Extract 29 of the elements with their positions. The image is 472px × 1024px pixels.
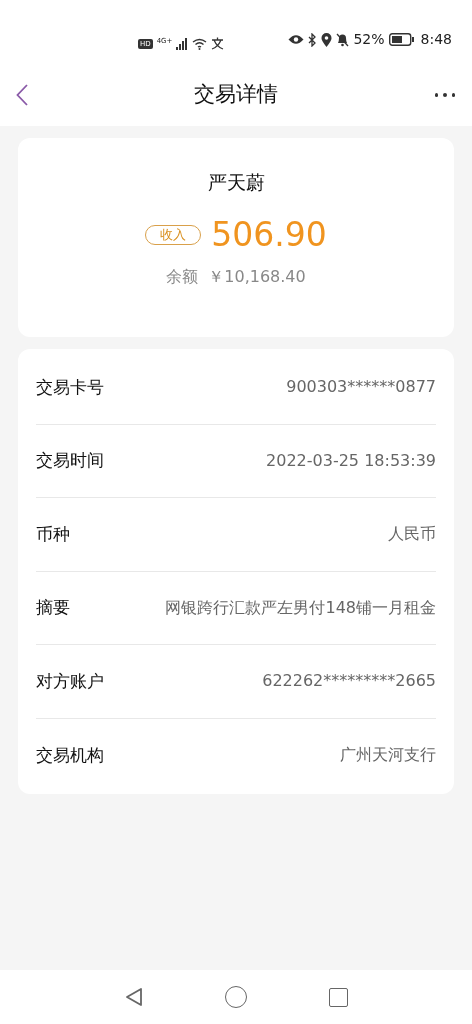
translate-icon (211, 37, 225, 50)
bell-off-icon (336, 32, 350, 47)
battery-percent: 52% (353, 30, 385, 49)
detail-label: 币种 (36, 522, 70, 546)
page-title: 交易详情 (194, 81, 278, 109)
detail-label: 交易时间 (36, 449, 104, 472)
payer-name: 严天蔚 (207, 170, 265, 195)
balance-value: ￥10,168.40 (208, 265, 306, 288)
detail-value: 人民币 (388, 523, 436, 546)
balance-label: 余额 (166, 265, 199, 288)
bluetooth-icon (308, 32, 318, 47)
detail-value: 广州天河支行 (340, 744, 436, 767)
detail-label: 交易卡号 (36, 375, 104, 399)
detail-label: 摘要 (36, 596, 70, 619)
clock-time: 8:48 (420, 30, 452, 49)
detail-value: 900303******0877 (286, 376, 436, 399)
recents-nav-button[interactable] (328, 987, 348, 1007)
detail-label: 对方账户 (36, 669, 104, 693)
eye-icon (288, 34, 305, 45)
detail-value: 2022-03-25 18:53:39 (266, 449, 436, 472)
detail-value: 622262*********2665 (262, 670, 436, 693)
location-icon (321, 32, 333, 47)
amount-text: 506.90 (211, 214, 327, 255)
back-nav-button[interactable] (124, 987, 143, 1007)
detail-value: 网银跨行汇款严左男付148铺一月租金 (165, 596, 436, 619)
detail-label: 交易机构 (36, 743, 104, 767)
signal-icon (176, 37, 189, 50)
wifi-icon (192, 37, 208, 50)
battery-icon (388, 33, 415, 46)
